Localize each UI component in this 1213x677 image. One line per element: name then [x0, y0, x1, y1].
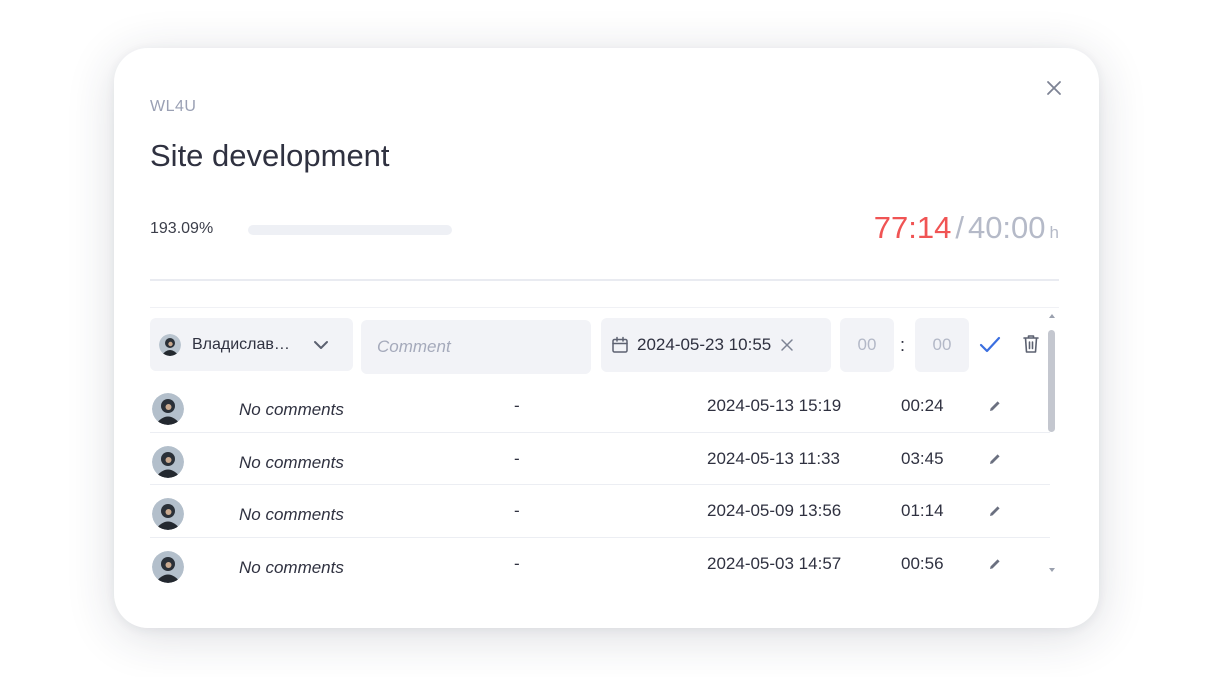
clear-date-button[interactable]	[780, 338, 794, 352]
edit-entry-button[interactable]	[988, 557, 1002, 576]
datetime-field[interactable]: 2024-05-23 10:55	[601, 318, 831, 372]
trash-icon	[1023, 335, 1039, 353]
scroll-up-arrow[interactable]	[1049, 314, 1055, 318]
progress-bar-fill	[248, 225, 452, 235]
pencil-icon	[990, 401, 1000, 411]
edit-entry-button[interactable]	[988, 504, 1002, 523]
entry-comment: No comments	[239, 400, 344, 419]
project-code: WL4U	[150, 98, 197, 115]
entry-tag: -	[514, 396, 520, 415]
progress-percent: 193.09%	[150, 220, 214, 237]
pencil-icon	[990, 558, 1000, 569]
avatar-icon	[152, 498, 184, 530]
close-icon	[1047, 81, 1061, 95]
avatar-icon	[152, 393, 184, 425]
clear-icon	[781, 339, 793, 351]
check-icon	[979, 336, 1001, 353]
avatar-icon	[159, 333, 181, 356]
avatar-icon	[152, 550, 184, 583]
spent-time: 77:14	[873, 210, 952, 245]
pencil-icon	[990, 453, 1000, 464]
entry-tag: -	[514, 448, 520, 468]
edit-entry-button[interactable]	[988, 452, 1002, 471]
user-name: Владислав…	[192, 335, 290, 353]
table-row: No comments - 2024-05-09 13:56 01:14	[150, 485, 1050, 538]
time-colon: :	[900, 335, 906, 355]
task-title: Site development	[150, 138, 390, 173]
entry-date: 2024-05-13 11:33	[707, 448, 840, 468]
entry-tag: -	[514, 501, 520, 520]
avatar-icon	[152, 445, 184, 478]
scrollbar[interactable]	[1047, 308, 1057, 578]
entry-tag: -	[514, 553, 520, 573]
time-summary: 77:14/40:00 h	[874, 210, 1059, 246]
close-button[interactable]	[1044, 78, 1064, 98]
entry-duration: 01:14	[901, 501, 944, 520]
edit-entry-button[interactable]	[988, 399, 1002, 418]
time-entries-panel: Владислав… 2024-05-23 10:55	[150, 307, 1059, 583]
time-separator: /	[955, 210, 964, 245]
new-entry-form: Владислав… 2024-05-23 10:55	[150, 318, 1050, 374]
user-select[interactable]: Владислав…	[150, 318, 353, 371]
pencil-icon	[990, 506, 1000, 516]
entry-comment: No comments	[239, 452, 344, 472]
divider	[150, 279, 1059, 281]
minutes-input[interactable]	[915, 318, 969, 372]
entries-list: No comments - 2024-05-13 15:19 00:24 No …	[150, 380, 1050, 589]
entry-duration: 00:24	[901, 396, 944, 415]
entry-duration: 00:56	[901, 553, 944, 573]
planned-time: 40:00	[967, 210, 1046, 245]
scrollbar-thumb[interactable]	[1048, 330, 1055, 432]
chevron-down-icon	[314, 340, 328, 349]
entry-comment: No comments	[239, 505, 344, 524]
hours-input[interactable]	[840, 318, 894, 372]
delete-entry-button[interactable]	[1021, 333, 1041, 360]
comment-input[interactable]	[361, 320, 591, 374]
table-row: No comments - 2024-05-13 11:33 03:45	[150, 433, 1050, 485]
entry-date: 2024-05-03 14:57	[707, 553, 842, 573]
datetime-value: 2024-05-23 10:55	[637, 335, 772, 354]
entry-date: 2024-05-13 15:19	[707, 396, 842, 415]
time-unit: h	[1049, 223, 1059, 242]
time-tracking-modal: WL4U Site development 193.09% 77:14/40:0…	[114, 48, 1099, 628]
entry-duration: 03:45	[901, 448, 944, 468]
entry-comment: No comments	[239, 557, 344, 577]
table-row: No comments - 2024-05-03 14:57 00:56	[150, 538, 1050, 590]
calendar-icon	[612, 336, 628, 353]
table-row: No comments - 2024-05-13 15:19 00:24	[150, 380, 1050, 433]
confirm-entry-button[interactable]	[979, 335, 1001, 360]
entry-date: 2024-05-09 13:56	[707, 501, 842, 520]
progress-bar	[248, 225, 452, 235]
scroll-down-arrow[interactable]	[1049, 568, 1055, 572]
